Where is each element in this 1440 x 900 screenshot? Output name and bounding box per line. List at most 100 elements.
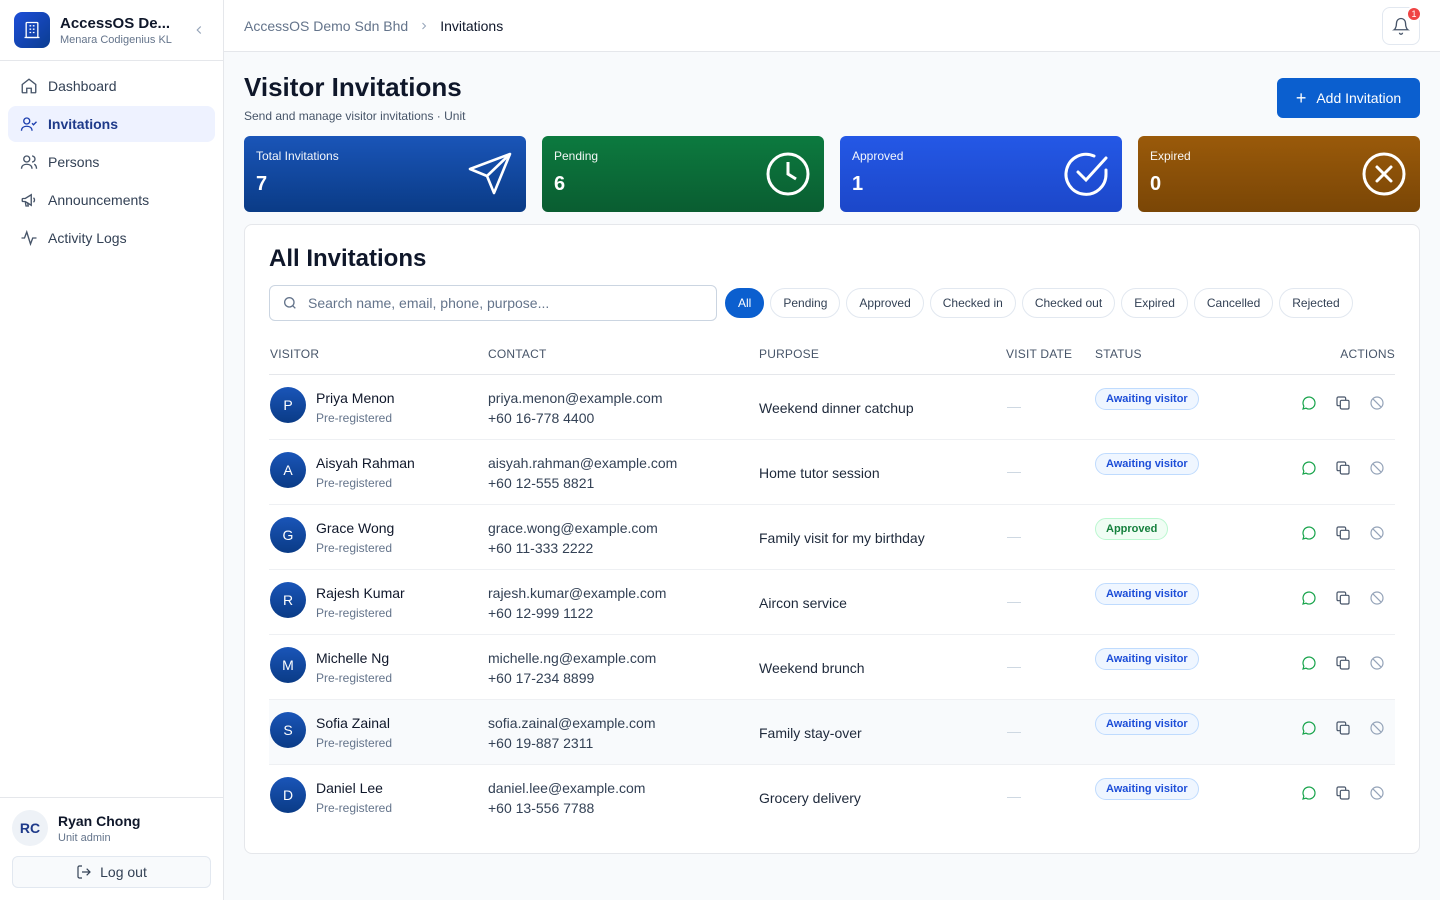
copy-icon[interactable] [1334,589,1352,607]
topbar: AccessOS Demo Sdn Bhd Invitations 1 [224,0,1440,52]
search-input[interactable] [308,295,688,311]
cancel-icon[interactable] [1368,654,1386,672]
filter-all[interactable]: All [725,288,765,318]
sidebar-nav: Dashboard Invitations Persons Announceme… [0,61,223,265]
copy-icon[interactable] [1334,459,1352,477]
stat-card-approved: Approved 1 [840,136,1122,212]
table-row[interactable]: S Sofia Zainal Pre-registered sofia.zain… [269,700,1395,765]
add-invitation-button[interactable]: + Add Invitation [1277,78,1420,118]
whatsapp-icon[interactable] [1300,719,1318,737]
whatsapp-icon[interactable] [1300,784,1318,802]
visitor-avatar: A [270,452,306,488]
whatsapp-icon[interactable] [1300,524,1318,542]
filter-approved[interactable]: Approved [846,288,924,318]
logout-button[interactable]: Log out [12,856,211,888]
visit-date: — [1007,723,1021,739]
visitor-avatar: M [270,647,306,683]
visitor-name: Priya Menon [316,390,395,406]
whatsapp-icon[interactable] [1300,589,1318,607]
whatsapp-icon[interactable] [1300,459,1318,477]
visit-purpose: Family stay-over [759,725,862,741]
visitor-email: aisyah.rahman@example.com [488,455,678,471]
visit-date: — [1007,593,1021,609]
table-row[interactable]: P Priya Menon Pre-registered priya.menon… [269,375,1395,440]
copy-icon[interactable] [1334,394,1352,412]
logout-label: Log out [100,864,147,880]
row-actions [1300,784,1386,802]
visitor-phone: +60 11-333 2222 [488,540,594,556]
sidebar-item-label: Persons [48,154,100,170]
sidebar-item-dashboard[interactable]: Dashboard [8,68,215,104]
cancel-icon[interactable] [1368,524,1386,542]
breadcrumb-root[interactable]: AccessOS Demo Sdn Bhd [244,18,408,34]
table-row[interactable]: R Rajesh Kumar Pre-registered rajesh.kum… [269,570,1395,635]
cancel-icon[interactable] [1368,589,1386,607]
visitor-avatar: P [270,387,306,423]
chevron-left-icon[interactable] [189,20,209,40]
copy-icon[interactable] [1334,784,1352,802]
sidebar-item-invitations[interactable]: Invitations [8,106,215,142]
sidebar-item-activity-logs[interactable]: Activity Logs [8,220,215,256]
visitor-type: Pre-registered [316,541,393,555]
bell-icon [1392,17,1410,35]
filter-cancelled[interactable]: Cancelled [1193,288,1274,318]
whatsapp-icon[interactable] [1300,654,1318,672]
column-purpose: PURPOSE [759,347,820,361]
column-visit-date: VISIT DATE [1006,347,1073,361]
cancel-icon[interactable] [1368,784,1386,802]
column-actions: ACTIONS [1340,347,1395,361]
whatsapp-icon[interactable] [1300,394,1318,412]
x-circle-icon [1362,152,1406,196]
building-icon [14,12,50,48]
status-filters: All Pending Approved Checked in Checked … [725,288,1353,318]
table-row[interactable]: M Michelle Ng Pre-registered michelle.ng… [269,635,1395,700]
sidebar-item-label: Dashboard [48,78,117,94]
cancel-icon[interactable] [1368,394,1386,412]
visitor-email: daniel.lee@example.com [488,780,646,796]
page-subtitle: Send and manage visitor invitations · Un… [244,109,466,123]
visit-purpose: Home tutor session [759,465,880,481]
table-header: VISITOR CONTACT PURPOSE VISIT DATE STATU… [269,337,1395,375]
visitor-type: Pre-registered [316,411,393,425]
filter-rejected[interactable]: Rejected [1279,288,1353,318]
cancel-icon[interactable] [1368,719,1386,737]
filter-checked-out[interactable]: Checked out [1021,288,1116,318]
filter-checked-in[interactable]: Checked in [929,288,1016,318]
visitor-name: Rajesh Kumar [316,585,405,601]
visitor-email: michelle.ng@example.com [488,650,657,666]
invitations-card: All Invitations All Pending Approved Che… [244,224,1420,854]
table-row[interactable]: D Daniel Lee Pre-registered daniel.lee@e… [269,765,1395,830]
home-icon [20,77,38,95]
row-actions [1300,654,1386,672]
brand-site: Menara Codigenius KL [60,33,172,46]
visit-date: — [1007,658,1021,674]
column-status: STATUS [1095,347,1142,361]
column-contact: CONTACT [488,347,547,361]
cancel-icon[interactable] [1368,459,1386,477]
copy-icon[interactable] [1334,654,1352,672]
sidebar-item-persons[interactable]: Persons [8,144,215,180]
stats-row: Total Invitations 7 Pending 6 Approved 1… [244,136,1420,212]
row-actions [1300,589,1386,607]
copy-icon[interactable] [1334,524,1352,542]
filter-pending[interactable]: Pending [770,288,841,318]
notifications-button[interactable]: 1 [1382,6,1422,45]
copy-icon[interactable] [1334,719,1352,737]
row-actions [1300,459,1386,477]
table-body: P Priya Menon Pre-registered priya.menon… [269,375,1395,830]
sidebar-item-label: Invitations [48,116,119,132]
visit-purpose: Grocery delivery [759,790,861,806]
table-row[interactable]: A Aisyah Rahman Pre-registered aisyah.ra… [269,440,1395,505]
status-badge: Awaiting visitor [1095,713,1199,735]
status-badge: Awaiting visitor [1095,388,1199,410]
visitor-avatar: S [270,712,306,748]
sidebar-item-announcements[interactable]: Announcements [8,182,215,218]
filter-expired[interactable]: Expired [1121,288,1188,318]
table-row[interactable]: G Grace Wong Pre-registered grace.wong@e… [269,505,1395,570]
user-profile: RC Ryan Chong Unit admin [12,810,211,846]
search-field[interactable] [269,285,717,321]
visitor-phone: +60 17-234 8899 [488,670,595,686]
notification-count-badge: 1 [1406,6,1422,22]
visitor-email: priya.menon@example.com [488,390,663,406]
visitor-email: grace.wong@example.com [488,520,658,536]
